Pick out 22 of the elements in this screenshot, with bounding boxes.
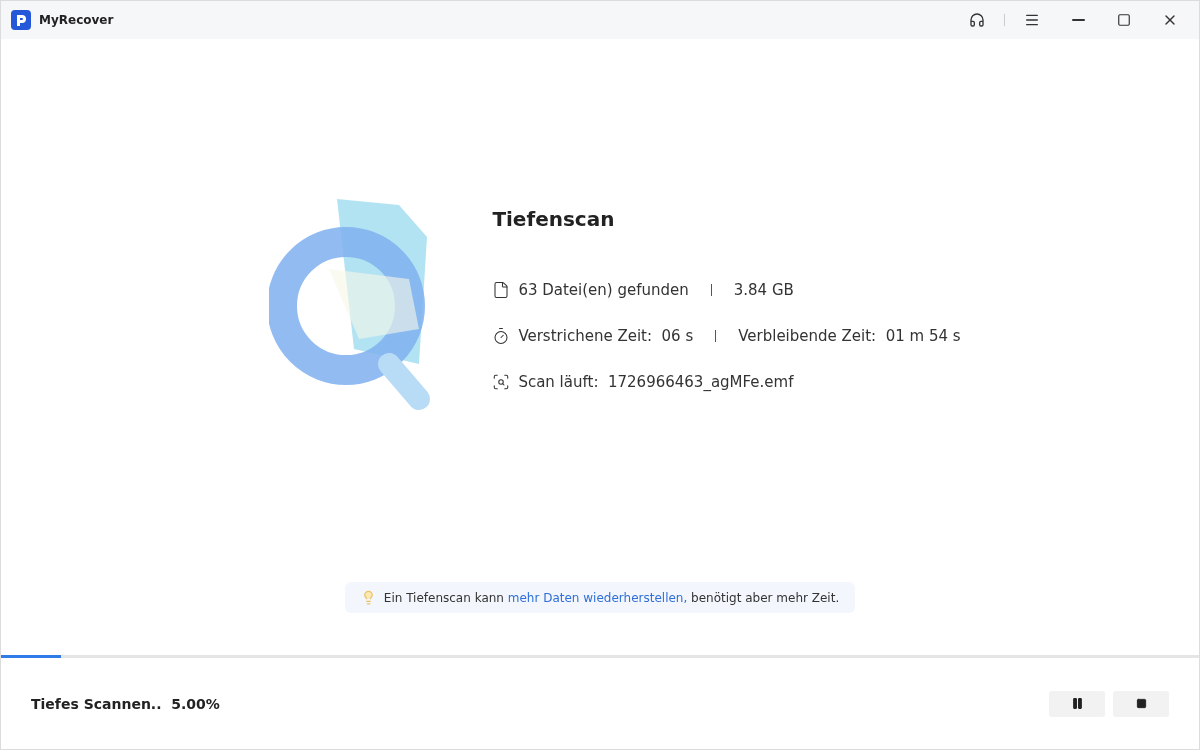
pause-icon — [1070, 697, 1084, 710]
menu-icon — [1024, 12, 1040, 28]
maximize-icon — [1117, 13, 1131, 27]
scan-stat: Verbleibende Zeit: 01 m 54 s — [738, 327, 961, 345]
minimize-icon — [1071, 19, 1085, 21]
timer-icon — [492, 327, 511, 345]
pause-button[interactable] — [1049, 690, 1105, 717]
scan-stat: Verstrichene Zeit: 06 s — [518, 327, 694, 345]
tip-text: Ein Tiefenscan kann mehr Daten wiederherstellen, benötigt aber mehr Zeit. — [344, 582, 856, 613]
app-logo — [11, 10, 31, 30]
headphones-icon — [969, 12, 985, 28]
more-data-link[interactable]: mehr Daten wiederherstellen, — [507, 590, 688, 605]
scan-icon — [492, 373, 511, 391]
scan-status: Tiefes Scannen.. 5.00% — [31, 695, 220, 712]
scan-title: Tiefenscan — [492, 207, 616, 231]
scan-stat: 3.84 GB — [733, 281, 794, 299]
stop-button[interactable] — [1113, 690, 1169, 717]
file-icon — [492, 281, 511, 299]
app-title: MyRecover — [39, 13, 114, 27]
scan-stat: 63 Datei(en) gefunden — [518, 281, 689, 299]
scan-stat: Scan läuft: 1726966463_agMFe.emf — [518, 373, 794, 391]
stop-icon — [1135, 698, 1147, 709]
